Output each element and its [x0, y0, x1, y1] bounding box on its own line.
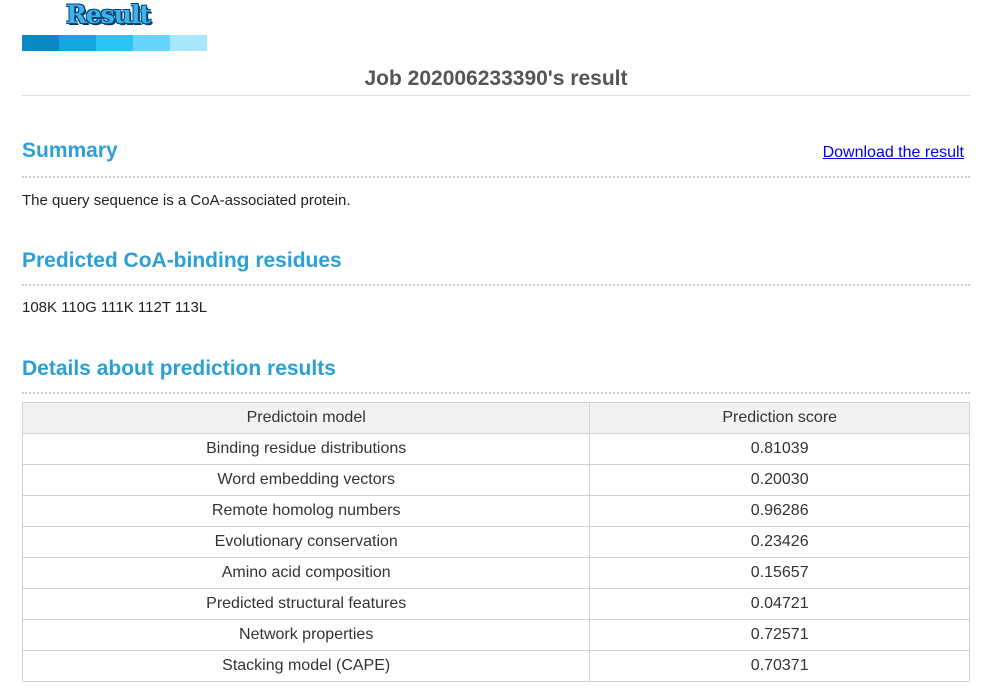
logo-bar-segment	[170, 35, 207, 51]
model-cell: Remote homolog numbers	[21, 495, 591, 527]
page-title: Job 202006233390's result	[364, 67, 628, 90]
logo-bar-segment	[59, 35, 96, 51]
table-row: Remote homolog numbers 0.96286	[21, 495, 970, 527]
model-cell: Amino acid composition	[21, 557, 591, 589]
binding-residues-list: 108K 110G 111K 112T 113L	[22, 299, 208, 316]
model-cell: Evolutionary conservation	[21, 526, 591, 558]
column-header-score: Prediction score	[589, 402, 970, 434]
table-row: Amino acid composition 0.15657	[21, 557, 970, 589]
result-page: Result Job 202006233390's result Summary…	[0, 0, 997, 690]
model-cell: Stacking model (CAPE)	[21, 650, 591, 682]
summary-heading: Summary	[22, 139, 118, 162]
details-heading: Details about prediction results	[22, 357, 336, 380]
table-header-row: Predictoin model Prediction score	[21, 402, 970, 434]
summary-text: The query sequence is a CoA-associated p…	[22, 192, 351, 209]
table-row: Word embedding vectors 0.20030	[21, 464, 970, 496]
model-cell: Network properties	[21, 619, 591, 651]
column-header-model: Predictoin model	[21, 402, 591, 434]
score-cell: 0.72571	[589, 619, 970, 651]
score-cell: 0.23426	[589, 526, 970, 558]
score-cell: 0.70371	[589, 650, 970, 682]
score-cell: 0.20030	[589, 464, 970, 496]
table-row: Evolutionary conservation 0.23426	[21, 526, 970, 558]
title-divider	[22, 95, 970, 96]
logo-bar-segment	[133, 35, 170, 51]
prediction-results-table: Predictoin model Prediction score Bindin…	[21, 402, 970, 682]
table-row: Network properties 0.72571	[21, 619, 970, 651]
table-row: Binding residue distributions 0.81039	[21, 433, 970, 465]
score-cell: 0.81039	[589, 433, 970, 465]
score-cell: 0.96286	[589, 495, 970, 527]
binding-residues-divider	[22, 284, 970, 286]
summary-divider	[22, 176, 970, 178]
result-logo: Result	[66, 0, 151, 29]
details-divider	[22, 392, 970, 394]
table-row: Stacking model (CAPE) 0.70371	[21, 650, 970, 682]
model-cell: Word embedding vectors	[21, 464, 591, 496]
binding-residues-heading: Predicted CoA-binding residues	[22, 249, 342, 272]
model-cell: Predicted structural features	[21, 588, 591, 620]
score-cell: 0.15657	[589, 557, 970, 589]
score-cell: 0.04721	[589, 588, 970, 620]
table-row: Predicted structural features 0.04721	[21, 588, 970, 620]
logo-bar-segment	[22, 35, 59, 51]
model-cell: Binding residue distributions	[21, 433, 591, 465]
logo-bar-segment	[96, 35, 133, 51]
logo-color-bar	[22, 35, 207, 51]
download-result-link[interactable]: Download the result	[823, 143, 964, 163]
